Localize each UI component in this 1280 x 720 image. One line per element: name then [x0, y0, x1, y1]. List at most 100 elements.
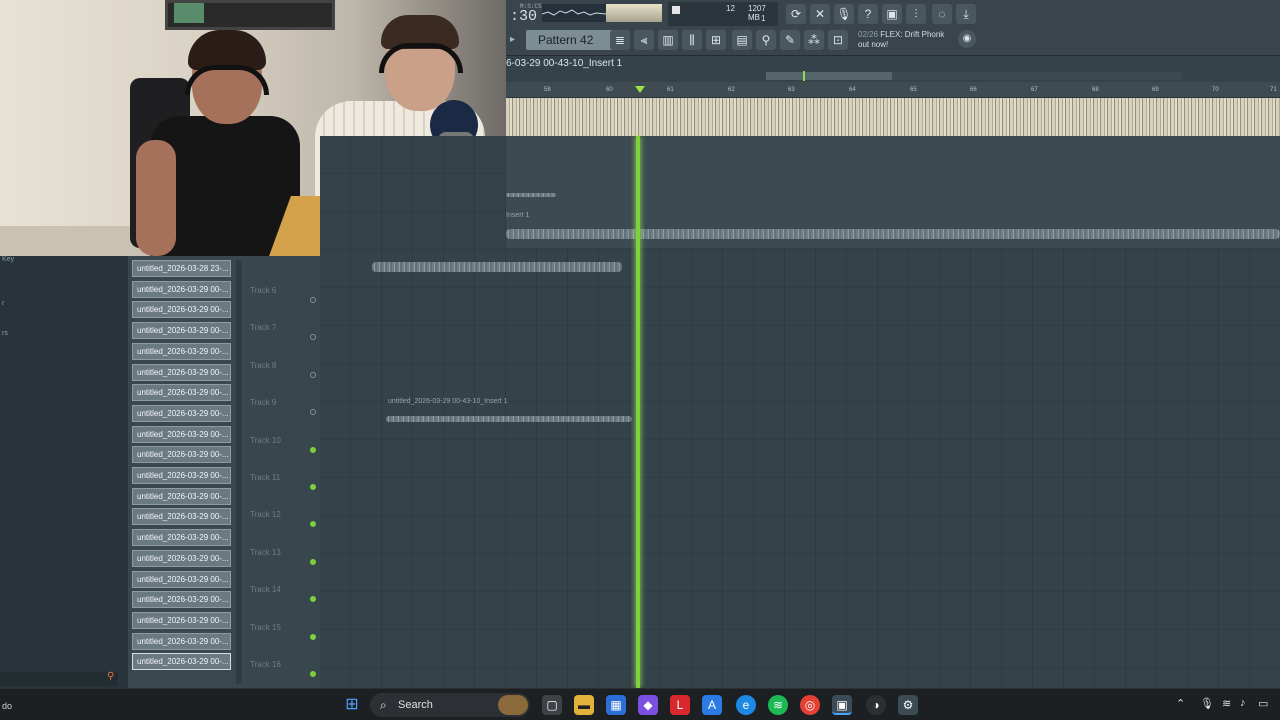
plug-icon[interactable]: ⚲	[756, 30, 776, 50]
track-mute-toggle[interactable]	[310, 596, 316, 603]
vpn-icon[interactable]: A	[702, 695, 722, 715]
fl-studio-icon[interactable]: ▣	[832, 695, 852, 715]
browser-file-item[interactable]: untitled_2026-03-29 00-...	[132, 508, 231, 526]
track-header[interactable]: Track 13	[248, 542, 318, 579]
file-explorer-icon[interactable]: ▬	[574, 695, 594, 715]
playhead[interactable]	[636, 136, 640, 688]
chevron-up-icon[interactable]: ⌃	[1176, 697, 1185, 710]
audio-clip[interactable]	[372, 262, 622, 272]
copilot-icon[interactable]: ◆	[638, 695, 658, 715]
battery-icon[interactable]: ▭	[1258, 697, 1268, 710]
sidebar-search-bar[interactable]	[0, 672, 118, 686]
track-mute-toggle[interactable]	[310, 297, 316, 303]
track-header[interactable]: Track 14	[248, 579, 318, 616]
track-mute-toggle[interactable]	[310, 371, 316, 378]
task-view-icon[interactable]: ▢	[542, 695, 562, 715]
browser-icon[interactable]: ⊞	[706, 30, 726, 50]
audio-clip[interactable]	[506, 193, 556, 197]
track-mute-toggle[interactable]	[310, 521, 316, 528]
piano-roll-icon[interactable]: ⫷	[634, 30, 654, 50]
playlist-icon[interactable]: ≣	[610, 30, 630, 50]
song-position-marker[interactable]	[635, 86, 645, 93]
app-icon[interactable]: ◑	[866, 695, 886, 715]
master-volume-meter[interactable]	[606, 4, 662, 22]
browser-file-item[interactable]: untitled_2026-03-29 00-...	[132, 591, 231, 609]
track-header[interactable]: Track 12	[248, 504, 318, 541]
browser-file-item[interactable]: untitled_2026-03-29 00-...	[132, 632, 231, 650]
browser-file-item[interactable]: untitled_2026-03-29 00-...	[132, 611, 231, 629]
track-mute-toggle[interactable]	[310, 558, 316, 565]
settings-icon[interactable]: ⚙	[898, 695, 918, 715]
track-mute-toggle[interactable]	[310, 484, 316, 490]
help-icon[interactable]: ?	[858, 4, 878, 24]
brush-icon[interactable]: ✎	[780, 30, 800, 50]
browser-file-item[interactable]: untitled_2026-03-29 00-...	[132, 467, 231, 484]
pattern-selector[interactable]: Pattern 42	[526, 30, 616, 50]
store-icon[interactable]: ▦	[606, 695, 626, 715]
news-hint[interactable]: 02/26 FLEX: Drift Phonk out now!	[858, 30, 944, 50]
chrome-icon[interactable]: ◎	[800, 695, 820, 715]
browser-file-item[interactable]: untitled_2026-03-29 00-...	[132, 384, 231, 402]
audio-clip[interactable]	[506, 229, 1280, 239]
track-mute-toggle[interactable]	[310, 409, 316, 416]
speaker-icon[interactable]: ♪	[1240, 697, 1246, 709]
mixer-icon[interactable]: ⫶	[906, 4, 926, 24]
track-header[interactable]: Track 7	[248, 317, 318, 354]
download-icon[interactable]: ⤓	[956, 4, 976, 24]
browser-file-item[interactable]: untitled_2026-03-29 00-...	[132, 363, 231, 381]
lightroom-icon[interactable]: L	[670, 695, 690, 715]
loop-icon[interactable]: ⟳	[786, 4, 806, 24]
track-header[interactable]: Track 11	[248, 467, 318, 504]
track-header[interactable]: Track 9	[248, 392, 318, 429]
browser-file-item[interactable]: untitled_2026-03-29 00-...	[132, 301, 231, 319]
browser-file-item[interactable]: untitled_2026-03-29 00-...	[132, 280, 231, 298]
track-mute-toggle[interactable]	[310, 334, 316, 341]
mixer-view-icon[interactable]: ⫼	[682, 30, 702, 50]
microphone-icon[interactable]: 🎙	[834, 4, 854, 24]
playlist-grid[interactable]: Insert 1 untitled_2026-03-29 00-43-10_In…	[320, 136, 1280, 688]
horizontal-scroll-thumb[interactable]	[766, 72, 892, 80]
channel-rack-icon[interactable]: ▥	[658, 30, 678, 50]
browser-file-item[interactable]: untitled_2026-03-29 00-...	[132, 425, 231, 443]
time-display[interactable]: M:S:CS:30	[510, 2, 542, 26]
sidebar-item[interactable]: rs	[2, 330, 8, 337]
microphone-tray-icon[interactable]: 🎙	[1200, 697, 1214, 710]
search-highlight-icon[interactable]	[498, 695, 528, 715]
windows-start-icon[interactable]: ⊞	[342, 695, 362, 715]
pattern-play-icon[interactable]: ▸	[510, 30, 522, 50]
browser-file-item[interactable]: untitled_2026-03-29 00-...	[132, 570, 231, 588]
timeline-ruler[interactable]: 58 60 61 62 63 64 65 66 67 68 69 70 71	[506, 82, 1280, 98]
search-icon[interactable]: ⚲	[107, 671, 114, 682]
edge-icon[interactable]: e	[736, 695, 756, 715]
browser-file-item[interactable]: untitled_2026-03-29 00-...	[132, 342, 231, 360]
track-mute-toggle[interactable]	[310, 446, 316, 453]
track-mute-toggle[interactable]	[310, 633, 316, 640]
audio-clip-waveform[interactable]	[506, 98, 1280, 136]
audio-clip[interactable]	[386, 416, 632, 422]
chat-icon[interactable]: ◌	[932, 4, 952, 24]
cart-icon[interactable]: ⊡	[828, 30, 848, 50]
metronome-icon[interactable]: ✕	[810, 4, 830, 24]
track-header[interactable]: Track 6	[248, 280, 318, 317]
track-mute-toggle[interactable]	[310, 671, 316, 677]
browser-file-item[interactable]: untitled_2026-03-29 00-...	[132, 446, 231, 464]
script-icon[interactable]: ⁂	[804, 30, 824, 50]
browser-file-item[interactable]: untitled_2026-03-29 00-...	[132, 653, 231, 671]
save-icon[interactable]: ▣	[882, 4, 902, 24]
sidebar-item[interactable]: Key	[2, 256, 14, 263]
browser-file-item[interactable]: untitled_2026-03-28 23-...	[132, 260, 231, 277]
track-header[interactable]: Track 15	[248, 617, 318, 654]
sidebar-item[interactable]: r	[2, 300, 4, 307]
browser-file-item[interactable]: untitled_2026-03-29 00-...	[132, 487, 231, 505]
globe-icon[interactable]: ◉	[958, 30, 976, 48]
plugin-icon[interactable]: ▤	[732, 30, 752, 50]
horizontal-scroll-track[interactable]	[892, 72, 1182, 80]
spotify-icon[interactable]: ≋	[768, 695, 788, 715]
browser-file-item[interactable]: untitled_2026-03-29 00-...	[132, 404, 231, 422]
browser-file-item[interactable]: untitled_2026-03-29 00-...	[132, 322, 231, 340]
track-header[interactable]: Track 10	[248, 430, 318, 467]
track-header[interactable]: Track 16	[248, 654, 318, 691]
track-header[interactable]: Track 8	[248, 355, 318, 392]
wifi-icon[interactable]: ≋	[1222, 697, 1231, 710]
browser-file-item[interactable]: untitled_2026-03-29 00-...	[132, 529, 231, 547]
